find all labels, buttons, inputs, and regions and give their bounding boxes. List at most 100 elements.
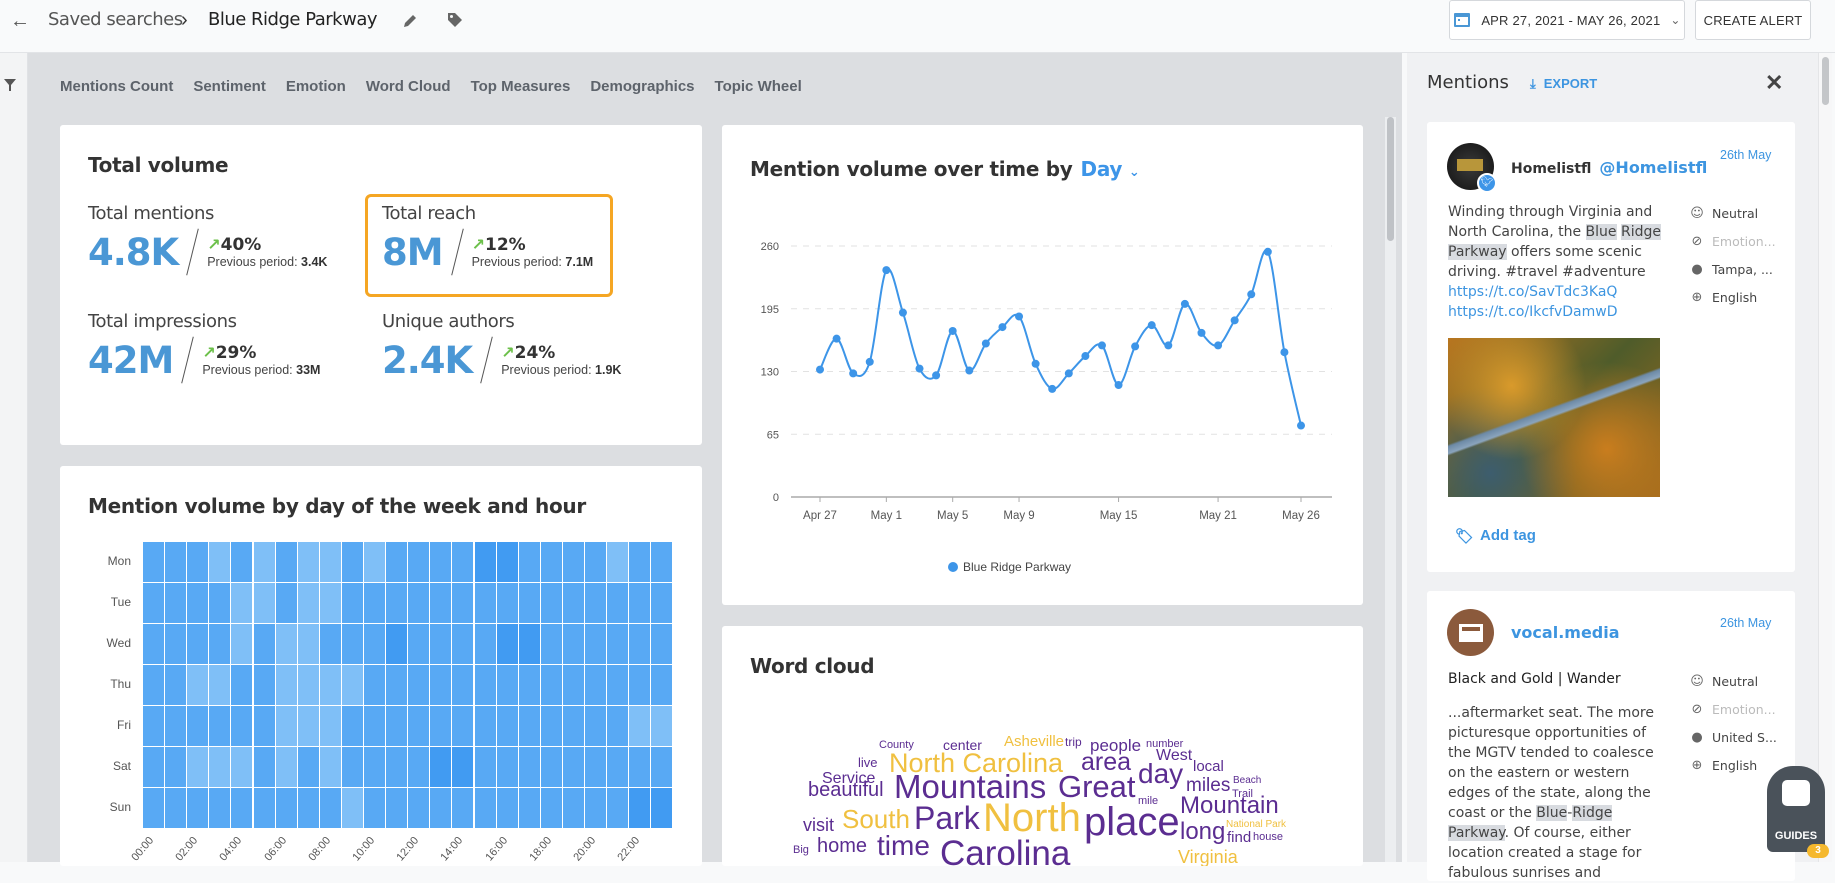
heatmap-cell[interactable]: [143, 665, 166, 706]
stat-total-mentions[interactable]: Total mentions 4.8K ↗40% Previous period…: [88, 203, 327, 276]
heatmap-cell[interactable]: [187, 583, 210, 624]
heatmap-cell[interactable]: [187, 788, 210, 829]
heatmap-cell[interactable]: [364, 542, 387, 583]
heatmap-cell[interactable]: [275, 747, 298, 788]
word-cloud-word[interactable]: Virginia: [1178, 848, 1238, 866]
heatmap-cell[interactable]: [319, 788, 342, 829]
link[interactable]: https://t.co/SavTdc3KaQ: [1448, 284, 1617, 300]
tab-word-cloud[interactable]: Word Cloud: [366, 78, 451, 95]
heatmap-cell[interactable]: [253, 624, 276, 665]
heatmap-cell[interactable]: [364, 665, 387, 706]
heatmap-cell[interactable]: [209, 665, 232, 706]
heatmap-cell[interactable]: [496, 665, 519, 706]
heatmap-cell[interactable]: [629, 542, 652, 583]
word-cloud-word[interactable]: home: [817, 836, 867, 856]
heatmap-cell[interactable]: [629, 583, 652, 624]
heatmap-cell[interactable]: [364, 747, 387, 788]
heatmap-cell[interactable]: [607, 624, 630, 665]
heatmap-cell[interactable]: [408, 542, 431, 583]
heatmap-cell[interactable]: [231, 624, 254, 665]
heatmap-cell[interactable]: [341, 788, 364, 829]
heatmap-cell[interactable]: [209, 624, 232, 665]
breadcrumb-saved-searches[interactable]: Saved searches: [48, 9, 183, 30]
heatmap-cell[interactable]: [562, 665, 585, 706]
heatmap-cell[interactable]: [607, 665, 630, 706]
heatmap-cell[interactable]: [540, 788, 563, 829]
heatmap-cell[interactable]: [585, 583, 608, 624]
heatmap-cell[interactable]: [165, 624, 188, 665]
heatmap-cell[interactable]: [518, 542, 541, 583]
heatmap-cell[interactable]: [253, 706, 276, 747]
heatmap-cell[interactable]: [143, 706, 166, 747]
heatmap-cell[interactable]: [297, 788, 320, 829]
heatmap-cell[interactable]: [540, 583, 563, 624]
sentiment[interactable]: Neutral: [1712, 674, 1758, 689]
heatmap-cell[interactable]: [341, 706, 364, 747]
heatmap-cell[interactable]: [341, 542, 364, 583]
author-name[interactable]: Homelistfl: [1511, 161, 1591, 177]
stat-unique-authors[interactable]: Unique authors 2.4K ↗24% Previous period…: [382, 311, 621, 384]
heatmap-cell[interactable]: [651, 706, 674, 747]
location[interactable]: United S...: [1712, 730, 1777, 745]
heatmap-cell[interactable]: [408, 788, 431, 829]
panel-scrollbar[interactable]: [1818, 53, 1832, 862]
heatmap-cell[interactable]: [297, 747, 320, 788]
stat-total-reach[interactable]: Total reach 8M ↗12% Previous period: 7.1…: [382, 203, 593, 276]
tab-mentions-count[interactable]: Mentions Count: [60, 78, 173, 95]
heatmap-cell[interactable]: [187, 665, 210, 706]
heatmap-cell[interactable]: [341, 747, 364, 788]
heatmap-cell[interactable]: [143, 747, 166, 788]
author-name[interactable]: vocal.media: [1511, 623, 1620, 642]
word-cloud-word[interactable]: long: [1180, 820, 1225, 844]
heatmap-cell[interactable]: [474, 665, 497, 706]
heatmap-cell[interactable]: [253, 542, 276, 583]
heatmap-cell[interactable]: [651, 665, 674, 706]
word-cloud-word[interactable]: Beach: [1233, 776, 1261, 786]
emotion[interactable]: Emotion...: [1712, 702, 1776, 717]
heatmap-cell[interactable]: [518, 788, 541, 829]
word-cloud-word[interactable]: South: [842, 806, 910, 832]
heatmap-cell[interactable]: [562, 788, 585, 829]
heatmap-cell[interactable]: [364, 706, 387, 747]
mention-date[interactable]: 26th May: [1720, 616, 1771, 630]
heatmap-cell[interactable]: [540, 665, 563, 706]
heatmap-cell[interactable]: [651, 788, 674, 829]
heatmap-cell[interactable]: [297, 665, 320, 706]
heatmap-cell[interactable]: [562, 747, 585, 788]
heatmap-cell[interactable]: [209, 583, 232, 624]
word-cloud-word[interactable]: North: [983, 798, 1081, 838]
heatmap-cell[interactable]: [540, 624, 563, 665]
heatmap-cell[interactable]: [275, 706, 298, 747]
heatmap-cell[interactable]: [651, 542, 674, 583]
heatmap-cell[interactable]: [408, 665, 431, 706]
heatmap-cell[interactable]: [518, 583, 541, 624]
heatmap-cell[interactable]: [386, 624, 409, 665]
heatmap-cell[interactable]: [562, 706, 585, 747]
heatmap-cell[interactable]: [231, 706, 254, 747]
tab-emotion[interactable]: Emotion: [286, 78, 346, 95]
heatmap-cell[interactable]: [474, 706, 497, 747]
tag-icon[interactable]: [446, 11, 464, 29]
heatmap-cell[interactable]: [607, 747, 630, 788]
heatmap-cell[interactable]: [430, 665, 453, 706]
link[interactable]: https://t.co/IkcfvDamwD: [1448, 304, 1617, 320]
heatmap-cell[interactable]: [629, 706, 652, 747]
heatmap-cell[interactable]: [165, 542, 188, 583]
heatmap-cell[interactable]: [187, 542, 210, 583]
stat-total-impressions[interactable]: Total impressions 42M ↗29% Previous peri…: [88, 311, 320, 384]
heatmap-cell[interactable]: [319, 542, 342, 583]
heatmap-cell[interactable]: [209, 747, 232, 788]
date-range-picker[interactable]: APR 27, 2021 - MAY 26, 2021 ⌄: [1449, 0, 1685, 40]
heatmap-cell[interactable]: [452, 583, 475, 624]
heatmap-cell[interactable]: [297, 583, 320, 624]
heatmap-cell[interactable]: [275, 788, 298, 829]
avatar[interactable]: 🐦︎: [1447, 143, 1497, 193]
heatmap-cell[interactable]: [319, 665, 342, 706]
heatmap-cell[interactable]: [540, 542, 563, 583]
location[interactable]: Tampa, ...: [1712, 262, 1773, 277]
heatmap-cell[interactable]: [452, 624, 475, 665]
pencil-icon[interactable]: [401, 12, 419, 30]
heatmap-cell[interactable]: [187, 706, 210, 747]
heatmap-cell[interactable]: [629, 788, 652, 829]
heatmap-cell[interactable]: [341, 624, 364, 665]
